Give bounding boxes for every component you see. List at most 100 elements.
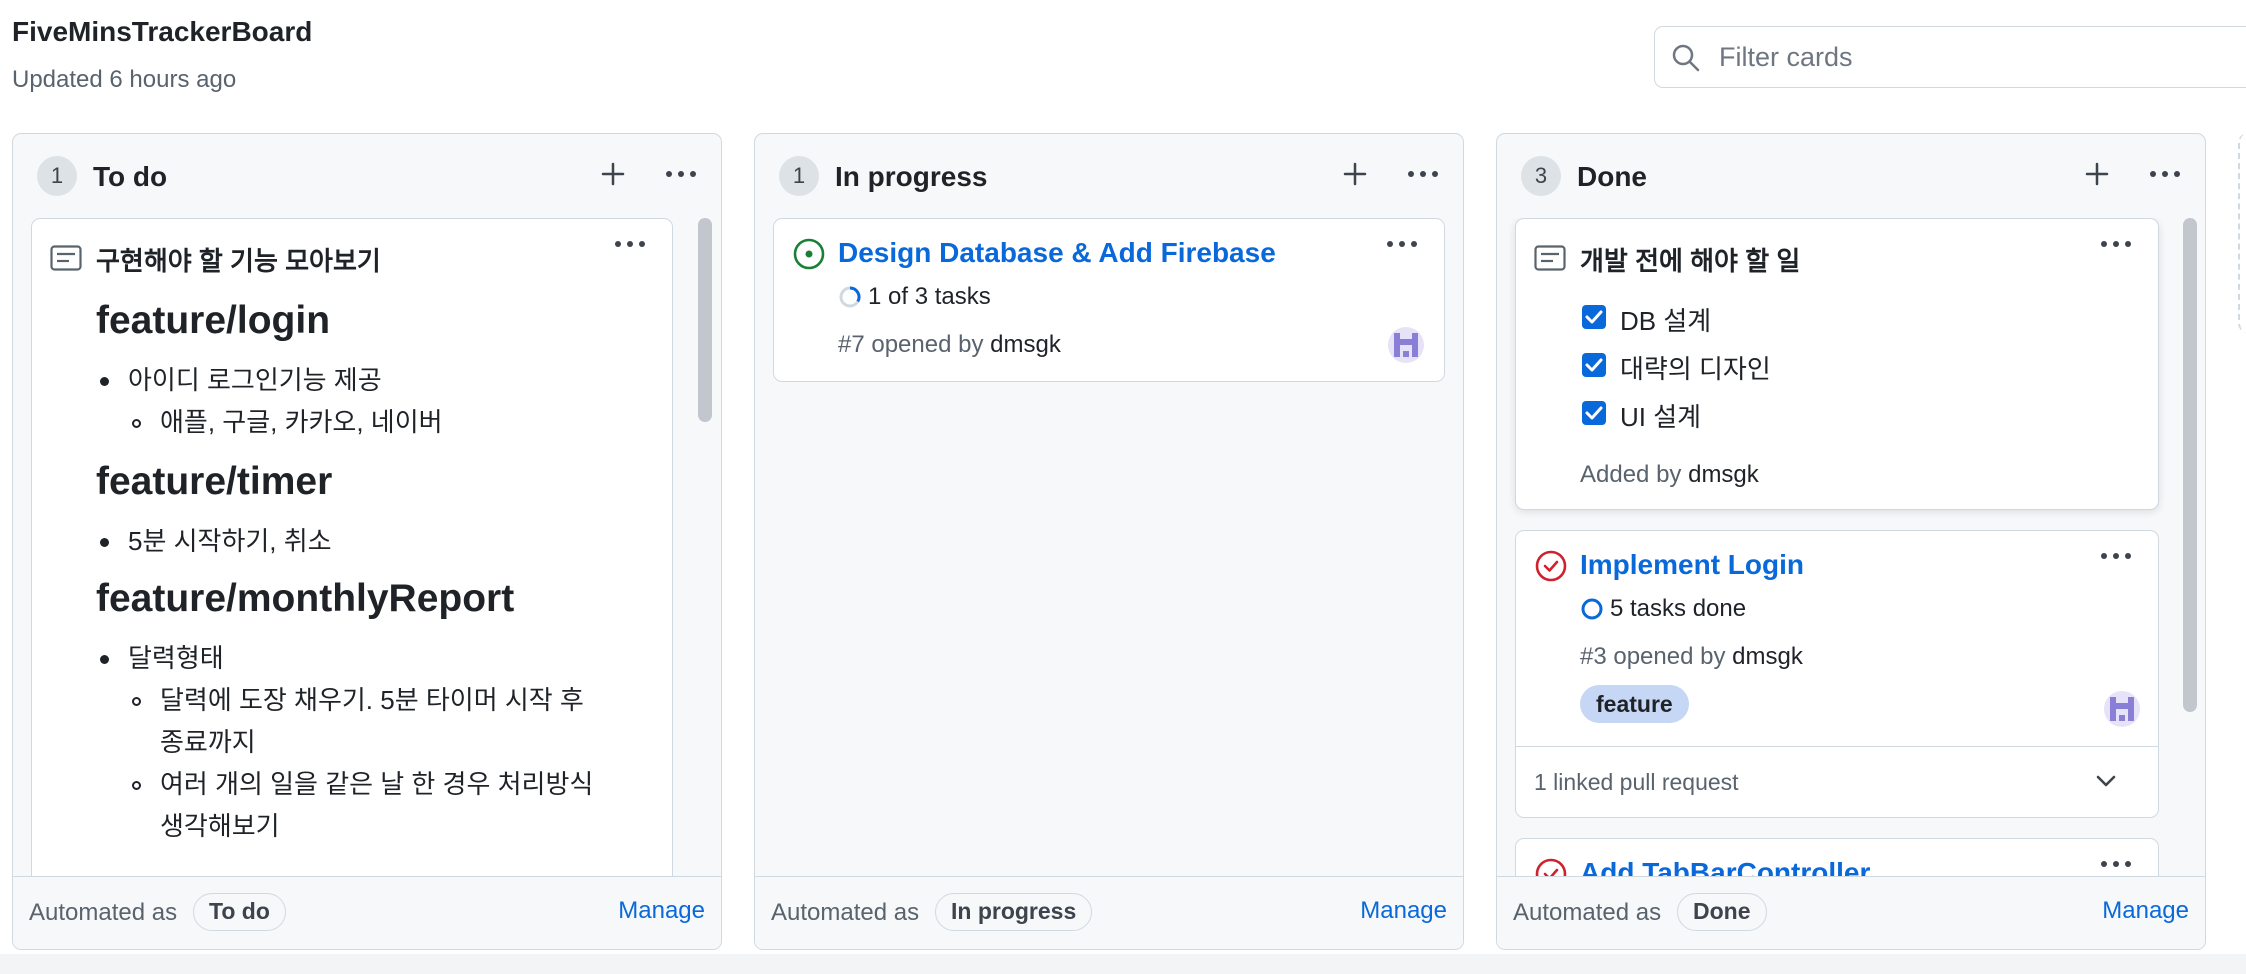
kebab-horizontal-icon — [666, 171, 696, 177]
kebab-horizontal-icon — [2101, 861, 2131, 867]
search-icon — [1671, 43, 1701, 78]
column-header: 3 Done — [1497, 134, 2205, 218]
author-link[interactable]: dmsgk — [1732, 643, 1803, 670]
issue-title-link[interactable]: Implement Login — [1580, 549, 1804, 581]
avatar[interactable] — [2104, 691, 2140, 727]
board-updated-time: Updated 6 hours ago — [12, 66, 237, 93]
column-menu-button[interactable] — [659, 154, 703, 194]
linked-pull-request-toggle[interactable]: 1 linked pull request — [1516, 746, 2158, 817]
plus-icon — [2085, 162, 2109, 186]
column-card-list: 구현해야 할 기능 모아보기 feature/login 아이디 로그인기능 제… — [13, 218, 721, 877]
card-menu-button[interactable] — [2092, 229, 2140, 259]
manage-automation-link[interactable]: Manage — [618, 897, 705, 925]
note-icon — [1534, 245, 1566, 276]
kebab-horizontal-icon — [2150, 171, 2180, 177]
checklist-item-label: UI 설계 — [1620, 402, 1702, 432]
filter-cards-input[interactable] — [1717, 35, 2241, 79]
note-icon — [50, 245, 82, 276]
sub-bullet — [132, 419, 141, 428]
add-card-button[interactable] — [2077, 154, 2117, 194]
scrollbar-thumb[interactable] — [2183, 218, 2197, 712]
checkbox-checked[interactable] — [1582, 353, 1606, 377]
plus-icon — [601, 162, 625, 186]
kebab-horizontal-icon — [615, 241, 645, 247]
filter-cards-field[interactable] — [1654, 26, 2246, 88]
page-bottom-edge — [0, 954, 2246, 974]
note-added-by: Added by dmsgk — [1580, 461, 1759, 489]
column-menu-button[interactable] — [2143, 154, 2187, 194]
author-link[interactable]: dmsgk — [1688, 461, 1759, 488]
card-menu-button[interactable] — [1378, 229, 1426, 259]
checklist-item-label: 대략의 디자인 — [1620, 354, 1771, 384]
add-card-button[interactable] — [593, 154, 633, 194]
note-title: 구현해야 할 기능 모아보기 — [96, 246, 381, 276]
automated-as-label: Automated as — [771, 899, 920, 926]
checklist-item-label: DB 설계 — [1620, 306, 1712, 336]
note-sublist-item: 종료까지 — [160, 727, 256, 757]
added-by-text: Added by — [1580, 461, 1682, 488]
issue-title-link[interactable]: Design Database & Add Firebase — [838, 237, 1276, 269]
card-count-badge: 1 — [37, 156, 77, 196]
manage-automation-link[interactable]: Manage — [1360, 897, 1447, 925]
add-column-placeholder[interactable] — [2238, 133, 2246, 333]
column-menu-button[interactable] — [1401, 154, 1445, 194]
note-list-item: 아이디 로그인기능 제공 — [128, 365, 382, 395]
manage-automation-link[interactable]: Manage — [2102, 897, 2189, 925]
column-title: Done — [1577, 161, 1647, 192]
avatar[interactable] — [1388, 327, 1424, 363]
issue-card[interactable]: Design Database & Add Firebase 1 of 3 ta… — [773, 218, 1445, 382]
card-menu-button[interactable] — [2092, 849, 2140, 877]
column-done: 3 Done 개발 전에 해야 할 일 DB 설계 대략의 디자인 UI 설계 … — [1496, 133, 2206, 950]
note-card[interactable]: 구현해야 할 기능 모아보기 feature/login 아이디 로그인기능 제… — [31, 218, 673, 877]
bullet — [100, 538, 109, 547]
note-heading: feature/timer — [96, 460, 333, 503]
column-in-progress: 1 In progress Design Database & Add Fire… — [754, 133, 1464, 950]
issue-title-link[interactable]: Add TabBarController — [1580, 857, 1870, 877]
check-icon — [1585, 310, 1603, 324]
note-title: 개발 전에 해야 할 일 — [1580, 246, 1801, 276]
column-card-list: Design Database & Add Firebase 1 of 3 ta… — [755, 218, 1463, 877]
issue-meta-text: #3 opened by — [1580, 643, 1726, 670]
automated-as-label: Automated as — [1513, 899, 1662, 926]
column-footer: Automated as In progress Manage — [755, 876, 1463, 949]
note-heading: feature/monthlyReport — [96, 577, 515, 620]
card-menu-button[interactable] — [606, 229, 654, 259]
automation-status-pill: To do — [193, 893, 286, 931]
issue-closed-icon — [1534, 857, 1568, 877]
column-title: To do — [93, 161, 168, 192]
column-to-do: 1 To do 구현해야 할 기능 모아보기 feature/login 아이디… — [12, 133, 722, 950]
check-icon — [1585, 358, 1603, 372]
task-progress-text: 5 tasks done — [1610, 595, 1747, 622]
chevron-down-icon — [2096, 775, 2116, 787]
scrollbar-thumb[interactable] — [698, 218, 712, 422]
card-menu-button[interactable] — [2092, 541, 2140, 571]
note-list-item: 달력형태 — [128, 643, 224, 673]
kebab-horizontal-icon — [1408, 171, 1438, 177]
label-feature[interactable]: feature — [1580, 685, 1689, 723]
author-link[interactable]: dmsgk — [990, 331, 1061, 358]
kebab-horizontal-icon — [2101, 241, 2131, 247]
automation-status-pill: Done — [1677, 893, 1767, 931]
add-card-button[interactable] — [1335, 154, 1375, 194]
checkbox-checked[interactable] — [1582, 305, 1606, 329]
column-header: 1 In progress — [755, 134, 1463, 218]
issue-meta-text: #7 opened by — [838, 331, 984, 358]
column-card-list: 개발 전에 해야 할 일 DB 설계 대략의 디자인 UI 설계 Added b… — [1497, 218, 2205, 877]
issue-card[interactable]: Add TabBarController — [1515, 838, 2159, 877]
note-list-item: 5분 시작하기, 취소 — [128, 526, 332, 556]
card-count-badge: 3 — [1521, 156, 1561, 196]
issue-meta: #3 opened by dmsgk — [1580, 643, 1803, 671]
sub-bullet — [132, 697, 141, 706]
checkbox-checked[interactable] — [1582, 401, 1606, 425]
note-card[interactable]: 개발 전에 해야 할 일 DB 설계 대략의 디자인 UI 설계 Added b… — [1515, 218, 2159, 510]
bullet — [100, 377, 109, 386]
linked-pr-text: 1 linked pull request — [1534, 769, 1739, 795]
note-sublist-item: 애플, 구글, 카카오, 네이버 — [160, 407, 443, 437]
issue-card[interactable]: Implement Login 5 tasks done #3 opened b… — [1515, 530, 2159, 818]
task-complete-icon — [1580, 597, 1604, 626]
note-sublist-item: 여러 개의 일을 같은 날 한 경우 처리방식 — [160, 769, 594, 799]
issue-open-icon — [792, 237, 826, 276]
column-footer: Automated as Done Manage — [1497, 876, 2205, 949]
sub-bullet — [132, 781, 141, 790]
automation-status-pill: In progress — [935, 893, 1093, 931]
